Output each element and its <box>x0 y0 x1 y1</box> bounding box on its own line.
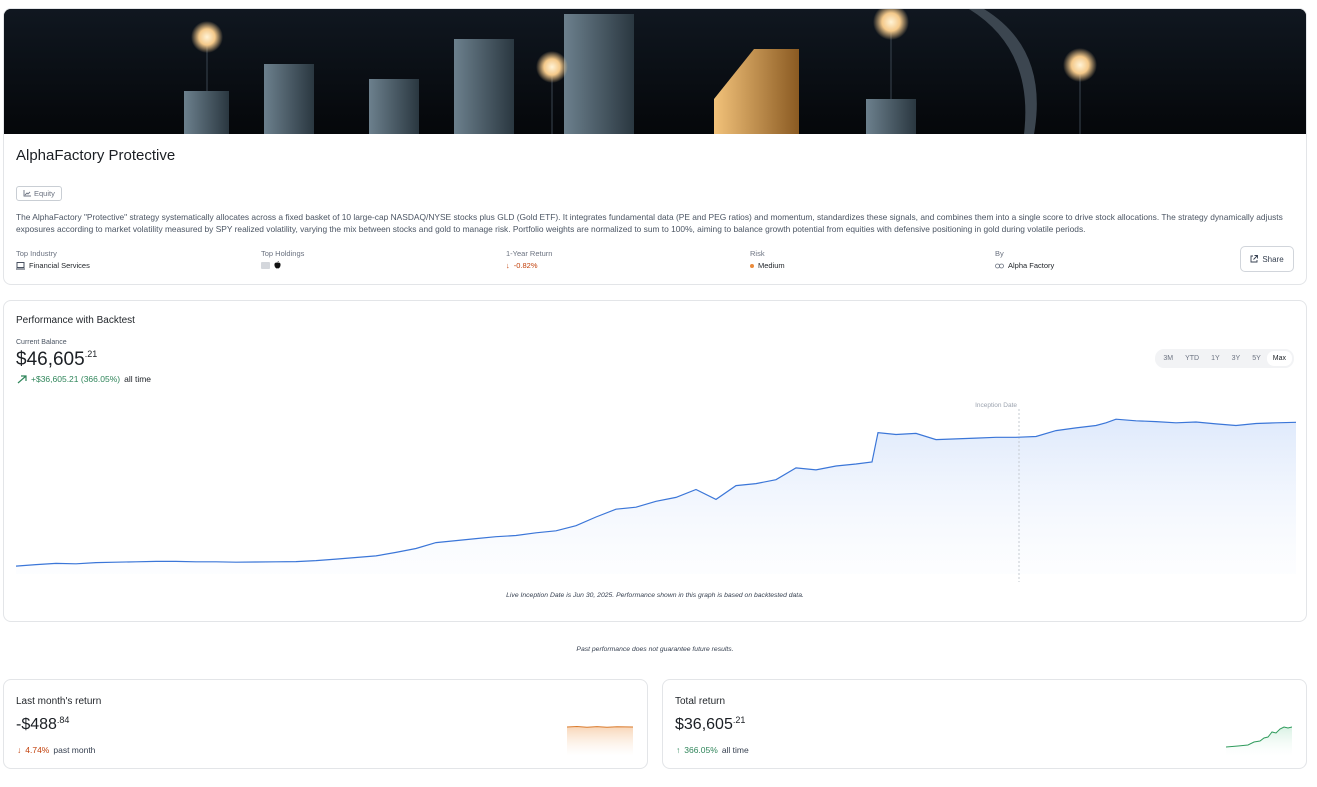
last-month-value: -$488.84 <box>16 715 69 734</box>
stat-label: By <box>995 249 1004 258</box>
total-return-change-suffix: all time <box>721 745 749 755</box>
performance-card: Performance with Backtest Current Balanc… <box>3 300 1307 622</box>
stat-value: Financial Services <box>29 261 90 270</box>
stat-label: Risk <box>750 249 765 258</box>
inception-note: Live Inception Date is Jun 30, 2025. Per… <box>506 592 804 599</box>
stat-value: -0.82% <box>513 261 538 270</box>
last-month-change: ↓ 4.74% past month <box>17 745 95 755</box>
link-icon <box>995 263 1004 268</box>
total-return-change: ↑ 366.05% all time <box>676 745 749 755</box>
holding-logo-icon <box>261 261 270 269</box>
stat-one-year-return: 1-Year Return ↓ -0.82% <box>506 249 552 270</box>
time-range-selector: 3M YTD 1Y 3Y 5Y Max <box>1155 349 1294 368</box>
inception-label: Inception Date <box>975 402 1017 409</box>
performance-area <box>16 419 1296 574</box>
arrow-up-icon: ↑ <box>676 745 681 755</box>
trend-up-icon <box>17 374 27 383</box>
last-month-return-card: Last month's return -$488.84 ↓ 4.74% pas… <box>3 679 648 769</box>
balance-change: +$36,605.21 (366.05%) all time <box>17 374 151 384</box>
last-month-sparkline <box>567 725 633 756</box>
performance-disclaimer: Past performance does not guarantee futu… <box>576 646 734 653</box>
performance-chart: Inception Date <box>16 402 1296 582</box>
risk-dot-icon <box>750 263 754 268</box>
last-month-change-suffix: past month <box>53 745 96 755</box>
strategy-card: AlphaFactory Protective Equity The Alpha… <box>3 8 1307 285</box>
current-balance-label: Current Balance <box>16 339 67 346</box>
total-return-value-main: $36,605 <box>675 716 733 733</box>
total-return-value: $36,605.21 <box>675 715 745 734</box>
stat-top-holdings: Top Holdings <box>261 249 304 269</box>
range-ytd[interactable]: YTD <box>1179 351 1205 366</box>
total-return-sparkline <box>1226 726 1292 756</box>
last-month-change-value: 4.74% <box>25 745 50 755</box>
strategy-title: AlphaFactory Protective <box>16 147 176 164</box>
strategy-hero-image <box>4 9 1306 134</box>
range-1y[interactable]: 1Y <box>1205 351 1226 366</box>
stat-label: Top Holdings <box>261 249 305 258</box>
laptop-icon <box>16 261 25 269</box>
balance-cents: .21 <box>84 349 98 359</box>
last-month-value-cents: .84 <box>56 715 70 725</box>
share-button[interactable]: Share <box>1240 246 1294 272</box>
balance-change-value: +$36,605.21 (366.05%) <box>31 374 121 384</box>
balance-main: $46,605 <box>16 349 85 370</box>
stat-label: 1-Year Return <box>506 249 553 258</box>
equity-tag-label: Equity <box>34 189 55 198</box>
stat-value: Medium <box>758 261 785 270</box>
balance-change-suffix: all time <box>124 374 152 384</box>
range-3m[interactable]: 3M <box>1157 351 1179 366</box>
stat-label: Top Industry <box>16 249 57 258</box>
range-max[interactable]: Max <box>1266 351 1292 366</box>
external-link-icon <box>1250 255 1259 263</box>
total-return-title: Total return <box>675 696 726 707</box>
arrow-down-icon: ↓ <box>17 745 22 755</box>
last-month-value-main: -$488 <box>16 716 57 733</box>
apple-logo-icon[interactable] <box>274 261 281 269</box>
total-return-card: Total return $36,605.21 ↑ 366.05% all ti… <box>662 679 1307 769</box>
stat-risk: Risk Medium <box>750 249 785 270</box>
share-button-label: Share <box>1262 254 1284 264</box>
total-return-value-cents: .21 <box>732 715 746 725</box>
performance-title: Performance with Backtest <box>16 315 135 326</box>
last-month-title: Last month's return <box>16 696 102 707</box>
stat-value[interactable]: Alpha Factory <box>1008 261 1054 270</box>
total-return-change-value: 366.05% <box>684 745 718 755</box>
range-5y[interactable]: 5Y <box>1246 351 1267 366</box>
chart-icon <box>23 190 31 197</box>
equity-tag: Equity <box>16 186 62 201</box>
range-3y[interactable]: 3Y <box>1226 351 1247 366</box>
current-balance-value: $46,605.21 <box>16 349 97 371</box>
strategy-description: The AlphaFactory "Protective" strategy s… <box>16 212 1283 234</box>
arrow-down-icon: ↓ <box>506 261 510 270</box>
stat-top-industry: Top Industry Financial Services <box>16 249 90 270</box>
stat-by: By Alpha Factory <box>995 249 1054 270</box>
